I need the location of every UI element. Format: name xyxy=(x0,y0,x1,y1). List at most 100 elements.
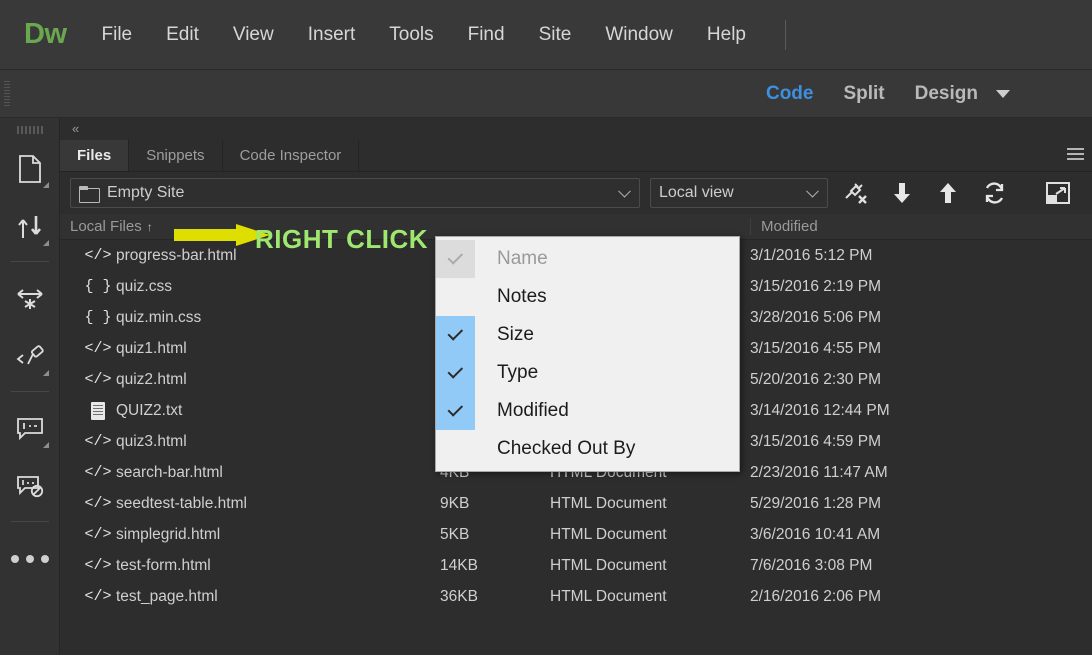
file-name: simplegrid.html xyxy=(116,525,221,543)
view-mode-design[interactable]: Design xyxy=(915,83,978,105)
refresh-icon[interactable] xyxy=(976,177,1012,209)
file-name-cell: </> quiz1.html xyxy=(60,340,440,358)
code-wand-icon[interactable] xyxy=(8,334,52,380)
rail-divider xyxy=(10,261,49,262)
drag-handle[interactable] xyxy=(4,80,10,107)
file-name: quiz.css xyxy=(116,277,172,295)
checkbox-cell xyxy=(436,278,475,316)
file-name: quiz1.html xyxy=(116,339,187,357)
file-size-cell: 9KB xyxy=(440,494,470,512)
flyout-corner xyxy=(42,370,49,376)
context-menu-item[interactable]: Size xyxy=(436,316,739,354)
view-mode-code[interactable]: Code xyxy=(766,83,814,105)
menu-help[interactable]: Help xyxy=(690,18,763,52)
collapse-panel-icon[interactable]: « xyxy=(72,121,79,136)
dreamweaver-logo: Dw xyxy=(24,18,67,50)
download-icon[interactable] xyxy=(884,177,920,209)
file-modified-cell: 3/28/2016 5:06 PM xyxy=(750,308,881,326)
chevron-down-icon[interactable] xyxy=(996,89,1010,98)
tab-snippets[interactable]: Snippets xyxy=(129,140,223,171)
html-file-icon: </> xyxy=(84,588,112,605)
context-menu-item[interactable]: Modified xyxy=(436,392,739,430)
html-file-icon: </> xyxy=(84,526,112,543)
file-row[interactable]: </> seedtest-table.html 9KB HTML Document… xyxy=(60,488,1092,519)
view-mode-split[interactable]: Split xyxy=(843,83,884,105)
file-type-cell: HTML Document xyxy=(550,494,667,512)
css-file-icon: { } xyxy=(84,309,112,326)
upload-icon[interactable] xyxy=(930,177,966,209)
html-file-icon: </> xyxy=(84,247,112,264)
remove-comment-icon[interactable] xyxy=(8,464,52,510)
file-name-cell: </> simplegrid.html xyxy=(60,526,440,544)
more-options-icon[interactable] xyxy=(8,536,52,582)
menu-site[interactable]: Site xyxy=(522,18,589,52)
flyout-corner xyxy=(42,182,49,188)
html-file-icon: </> xyxy=(84,433,112,450)
menu-view[interactable]: View xyxy=(216,18,291,52)
panel-collapse-row: « xyxy=(60,118,1092,140)
context-menu-item[interactable]: Type xyxy=(436,354,739,392)
menu-edit[interactable]: Edit xyxy=(149,18,216,52)
file-row[interactable]: </> simplegrid.html 5KB HTML Document 3/6… xyxy=(60,519,1092,550)
file-name-cell: </> seedtest-table.html xyxy=(60,495,440,513)
comment-icon[interactable] xyxy=(8,406,52,452)
column-header-modified[interactable]: Modified xyxy=(750,218,990,235)
site-selector[interactable]: Empty Site xyxy=(70,178,640,208)
file-row[interactable]: </> test_page.html 36KB HTML Document 2/1… xyxy=(60,581,1092,612)
menu-window[interactable]: Window xyxy=(588,18,690,52)
menu-bar: Dw File Edit View Insert Tools Find Site… xyxy=(0,0,1092,70)
file-name-cell: </> quiz3.html xyxy=(60,433,440,451)
rail-divider xyxy=(10,391,49,392)
html-file-icon: </> xyxy=(84,371,112,388)
new-document-icon[interactable] xyxy=(8,146,52,192)
html-file-icon: </> xyxy=(84,464,112,481)
file-modified-cell: 5/29/2016 1:28 PM xyxy=(750,494,881,512)
expand-panel-icon[interactable] xyxy=(1040,177,1076,209)
file-modified-cell: 3/15/2016 2:19 PM xyxy=(750,277,881,295)
context-menu-label: Name xyxy=(497,248,548,269)
tool-rail xyxy=(0,118,60,655)
view-selector[interactable]: Local view xyxy=(650,178,828,208)
file-name-cell: QUIZ2.txt xyxy=(60,401,440,420)
menu-tools[interactable]: Tools xyxy=(372,18,450,52)
hamburger-icon[interactable] xyxy=(1067,148,1084,162)
file-name: quiz3.html xyxy=(116,432,187,450)
context-menu-item[interactable]: Checked Out By xyxy=(436,430,739,468)
column-context-menu[interactable]: Name Notes Size Type Modified Checked Ou… xyxy=(435,236,740,472)
context-menu-item[interactable]: Notes xyxy=(436,278,739,316)
chevron-down-icon xyxy=(618,184,631,198)
file-name-cell: </> progress-bar.html xyxy=(60,247,440,265)
menu-find[interactable]: Find xyxy=(451,18,522,52)
checkbox-cell xyxy=(436,392,475,430)
disconnect-icon[interactable] xyxy=(838,177,874,209)
file-name-cell: </> test_page.html xyxy=(60,588,440,606)
file-modified-cell: 7/6/2016 3:08 PM xyxy=(750,556,873,574)
file-modified-cell: 3/6/2016 10:41 AM xyxy=(750,525,881,543)
file-size-cell: 14KB xyxy=(440,556,478,574)
context-menu-label: Checked Out By xyxy=(497,438,636,459)
file-name-cell: </> test-form.html xyxy=(60,557,440,575)
column-header-local-files[interactable]: Local Files ↑ xyxy=(60,218,440,235)
flyout-corner xyxy=(42,442,49,448)
menu-insert[interactable]: Insert xyxy=(291,18,373,52)
file-modified-cell: 2/23/2016 11:47 AM xyxy=(750,463,888,481)
file-modified-cell: 3/15/2016 4:55 PM xyxy=(750,339,881,357)
checkbox-cell xyxy=(436,354,475,392)
file-name-cell: </> search-bar.html xyxy=(60,464,440,482)
file-row[interactable]: </> test-form.html 14KB HTML Document 7/6… xyxy=(60,550,1092,581)
tab-code-inspector[interactable]: Code Inspector xyxy=(223,140,360,171)
check-icon xyxy=(447,249,463,265)
css-file-icon: { } xyxy=(84,278,112,295)
insert-resize-icon[interactable] xyxy=(8,276,52,322)
html-file-icon: </> xyxy=(84,557,112,574)
panel-tabs: Files Snippets Code Inspector xyxy=(60,140,1092,172)
rail-grip[interactable] xyxy=(16,126,43,134)
menu-file[interactable]: File xyxy=(85,18,150,52)
file-type-cell: HTML Document xyxy=(550,556,667,574)
context-menu-label: Size xyxy=(497,324,534,345)
html-file-icon: </> xyxy=(84,340,112,357)
tab-files[interactable]: Files xyxy=(60,140,130,171)
site-name: Empty Site xyxy=(107,184,185,201)
file-transfer-icon[interactable] xyxy=(8,204,52,250)
rail-divider xyxy=(10,521,49,522)
